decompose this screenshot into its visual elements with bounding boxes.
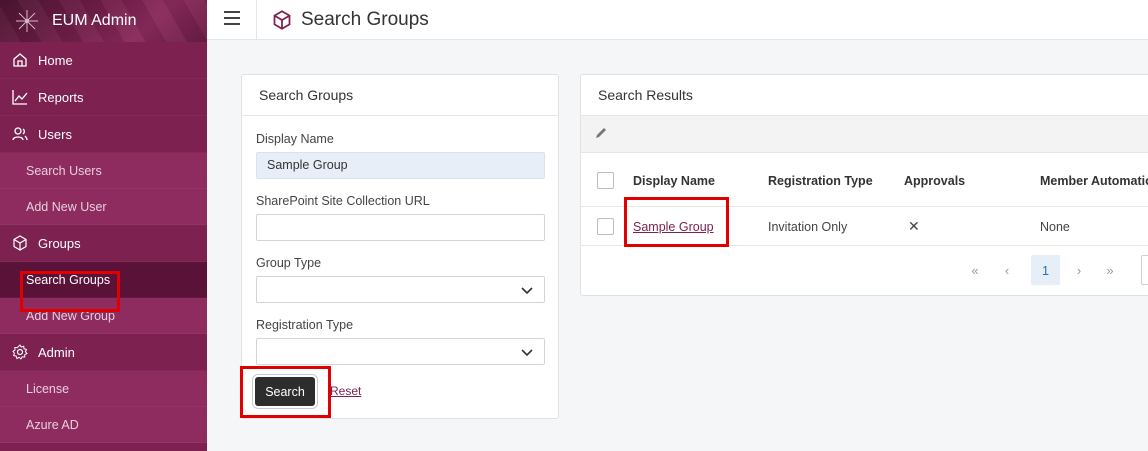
sidebar-item-add-new-group[interactable]: Add New Group — [0, 298, 207, 334]
column-header-registration-type[interactable]: Registration Type — [768, 174, 873, 188]
sidebar-item-label: Home — [38, 52, 73, 68]
form-title: Search Groups — [242, 75, 558, 116]
sidebar: EUM Admin Home Reports Users Search User… — [0, 0, 207, 451]
sidebar-item-label: Add New Group — [26, 308, 115, 323]
display-name-label: Display Name — [256, 132, 334, 146]
home-icon — [11, 51, 29, 69]
chevron-down-icon — [520, 345, 534, 359]
sidebar-item-label: Groups — [38, 235, 81, 251]
sidebar-item-groups[interactable]: Groups — [0, 225, 207, 262]
page-title: Search Groups — [301, 8, 429, 30]
cube-icon — [271, 9, 293, 31]
sidebar-item-label: Admin — [38, 344, 75, 360]
row-checkbox[interactable] — [597, 218, 614, 235]
hamburger-icon — [223, 8, 240, 31]
sidebar-item-label: Search Groups — [26, 272, 111, 287]
brand[interactable]: EUM Admin — [0, 0, 207, 42]
sidebar-item-label: Reports — [38, 89, 84, 105]
last-page-button[interactable]: » — [1103, 255, 1117, 285]
next-page-button[interactable]: › — [1073, 255, 1085, 285]
display-name-input[interactable]: Sample Group — [256, 152, 545, 179]
menu-toggle-button[interactable] — [207, 0, 257, 40]
cell-member-automation: None — [1040, 220, 1070, 234]
group-link-sample-group[interactable]: Sample Group — [633, 220, 714, 234]
sidebar-item-users[interactable]: Users — [0, 116, 207, 153]
sidebar-item-reports[interactable]: Reports — [0, 79, 207, 116]
cube-icon — [11, 234, 29, 252]
sidebar-nav: Home Reports Users Search Users Add New … — [0, 42, 207, 443]
registration-type-select[interactable] — [256, 338, 545, 365]
chevron-down-icon — [520, 283, 534, 297]
first-page-button[interactable]: « — [968, 255, 982, 285]
column-header-display-name[interactable]: Display Name — [633, 174, 715, 188]
sidebar-item-label: Users — [38, 126, 72, 142]
sidebar-item-search-users[interactable]: Search Users — [0, 153, 207, 189]
gear-icon — [11, 343, 29, 361]
page-size-select[interactable] — [1141, 255, 1148, 285]
search-results-panel: Search Results Display Name Registration… — [580, 74, 1148, 296]
network-logo-icon — [14, 8, 40, 34]
column-header-member-automation[interactable]: Member Automatio — [1040, 174, 1148, 188]
close-x-icon: ✕ — [908, 218, 920, 234]
sidebar-item-home[interactable]: Home — [0, 42, 207, 79]
column-header-approvals[interactable]: Approvals — [904, 174, 965, 188]
top-bar: Search Groups — [207, 0, 1148, 40]
sidebar-item-search-groups[interactable]: Search Groups — [0, 262, 207, 298]
reset-link[interactable]: Reset — [330, 384, 361, 398]
sidebar-item-label: Add New User — [26, 199, 107, 214]
page-1-button[interactable]: 1 — [1031, 255, 1060, 285]
site-url-input[interactable] — [256, 214, 545, 241]
group-type-label: Group Type — [256, 256, 322, 270]
app-name: EUM Admin — [52, 12, 137, 29]
sidebar-item-label: Azure AD — [26, 417, 79, 432]
pagination: « ‹ 1 › » — [581, 255, 1148, 287]
site-url-label: SharePoint Site Collection URL — [256, 194, 430, 208]
chart-icon — [11, 88, 29, 106]
table-header: Display Name Registration Type Approvals… — [581, 154, 1148, 207]
sidebar-item-admin[interactable]: Admin — [0, 334, 207, 371]
prev-page-button[interactable]: ‹ — [1001, 255, 1013, 285]
group-type-select[interactable] — [256, 276, 545, 303]
results-toolbar — [581, 116, 1148, 153]
cell-registration-type: Invitation Only — [768, 220, 848, 234]
sidebar-item-license[interactable]: License — [0, 371, 207, 407]
sidebar-item-label: Search Users — [26, 163, 102, 178]
search-button[interactable]: Search — [255, 377, 315, 406]
edit-pencil-icon[interactable] — [595, 127, 607, 142]
sidebar-item-label: License — [26, 381, 70, 396]
results-title: Search Results — [581, 75, 1148, 116]
table-row: Sample Group Invitation Only ✕ None — [581, 207, 1148, 246]
sidebar-item-add-new-user[interactable]: Add New User — [0, 189, 207, 225]
users-icon — [11, 125, 29, 143]
registration-type-label: Registration Type — [256, 318, 354, 332]
search-groups-form: Search Groups Display Name Sample Group … — [241, 74, 559, 419]
sidebar-item-azure-ad[interactable]: Azure AD — [0, 407, 207, 443]
select-all-checkbox[interactable] — [597, 172, 614, 189]
